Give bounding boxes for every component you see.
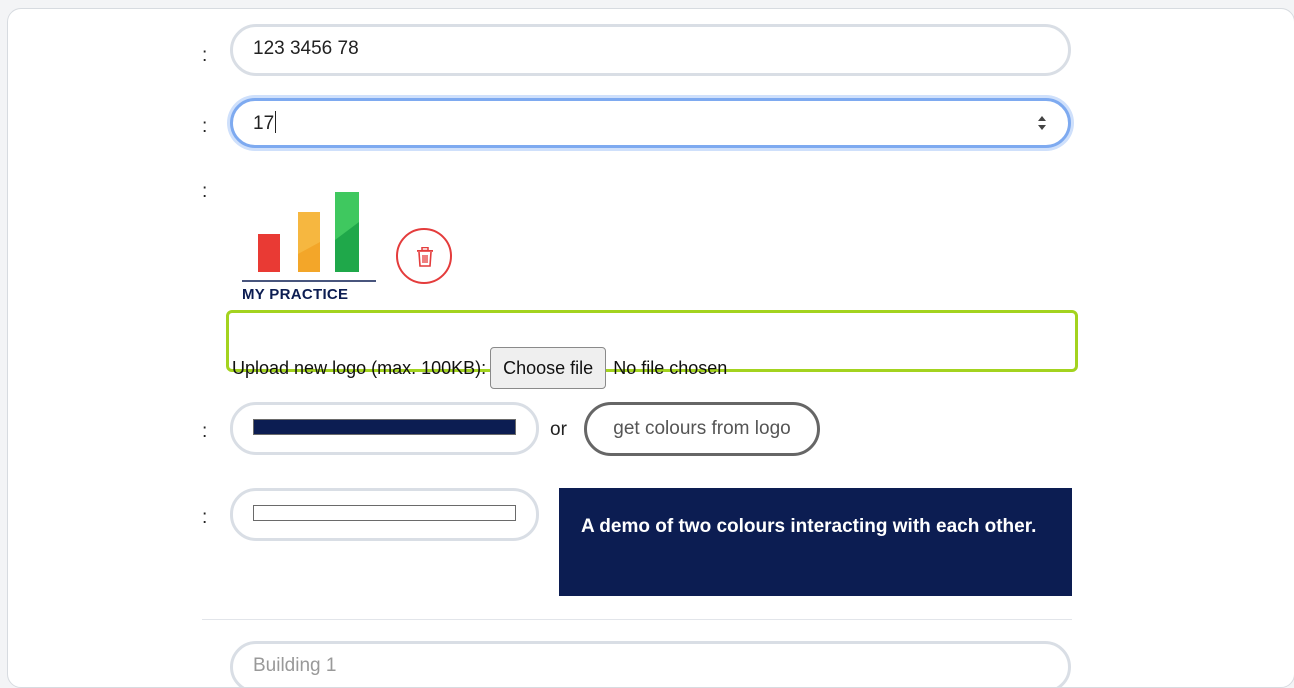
- colour-demo-box: A demo of two colours interacting with e…: [559, 488, 1072, 596]
- number-input-value: 17: [253, 113, 275, 134]
- building-input[interactable]: Building 1: [230, 641, 1071, 687]
- primary-colour-swatch: [253, 419, 516, 435]
- number-spinner-icon[interactable]: [1036, 113, 1048, 133]
- number-input[interactable]: 17: [230, 98, 1071, 148]
- form-panel: : 123 3456 78 : 17 : MY PRACTICE Upload …: [7, 8, 1294, 688]
- file-status-text: No file chosen: [613, 357, 728, 378]
- phone-input[interactable]: 123 3456 78: [230, 24, 1071, 76]
- primary-colour-picker[interactable]: [230, 402, 539, 455]
- logo-upload-row: Upload new logo (max. 100KB): Choose fil…: [232, 347, 727, 389]
- field-label-colon: :: [202, 421, 208, 442]
- trash-icon: [417, 247, 433, 267]
- building-input-placeholder: Building 1: [253, 655, 337, 676]
- section-divider: [202, 619, 1072, 620]
- secondary-colour-picker[interactable]: [230, 488, 539, 541]
- delete-logo-button[interactable]: [396, 228, 452, 284]
- field-label-colon: :: [202, 181, 208, 202]
- field-label-colon: :: [202, 116, 208, 137]
- logo-bars-icon: [242, 192, 376, 282]
- upload-label: Upload new logo (max. 100KB):: [232, 357, 487, 378]
- field-label-colon: :: [202, 45, 208, 66]
- field-label-colon: :: [202, 507, 208, 528]
- practice-logo: MY PRACTICE: [240, 192, 385, 304]
- text-caret: [275, 111, 277, 133]
- secondary-colour-swatch: [253, 505, 516, 521]
- or-text: or: [550, 419, 567, 440]
- phone-input-value: 123 3456 78: [253, 38, 359, 59]
- choose-file-button[interactable]: Choose file: [490, 347, 607, 389]
- get-colours-button[interactable]: get colours from logo: [584, 402, 820, 456]
- colour-demo-text: A demo of two colours interacting with e…: [581, 516, 1037, 537]
- logo-brand-text: MY PRACTICE: [242, 286, 349, 303]
